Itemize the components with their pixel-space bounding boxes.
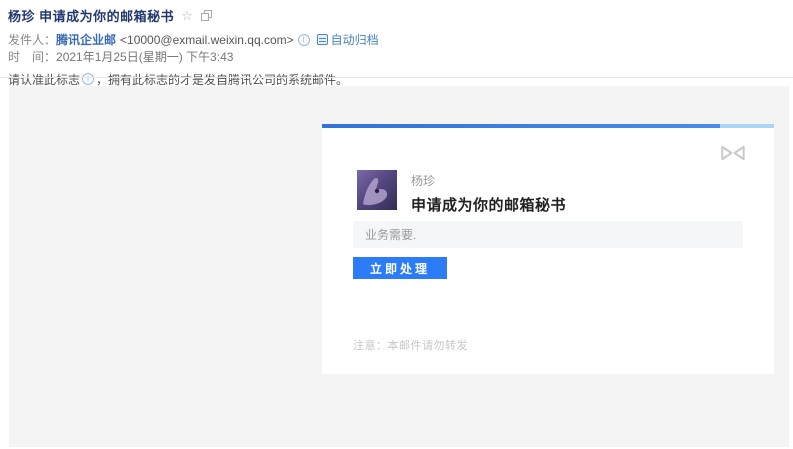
- mail-header: 杨珍 申请成为你的邮箱秘书 ☆ 发件人： 腾讯企业邮 <10000@exmail…: [8, 6, 793, 87]
- security-notice: 请认准此标志 i ，拥有此标志的才是发自腾讯公司的系统邮件。: [8, 71, 793, 87]
- requester-name: 杨珍: [411, 172, 566, 189]
- restore-square-front: [201, 13, 209, 21]
- subject-row: 杨珍 申请成为你的邮箱秘书 ☆: [8, 6, 793, 24]
- star-icon[interactable]: ☆: [181, 9, 193, 22]
- exmail-bowtie-logo-icon: [720, 144, 746, 162]
- open-in-new-window-icon[interactable]: [201, 10, 212, 21]
- verified-badge-icon[interactable]: i: [298, 34, 310, 46]
- sender-address: <10000@exmail.weixin.qq.com>: [120, 33, 294, 47]
- time-label: 时 间：: [8, 48, 56, 65]
- requester-profile: 杨珍 申请成为你的邮箱秘书: [357, 170, 566, 215]
- auto-archive-link[interactable]: 自动归档: [331, 31, 379, 48]
- time-value: 2021年1月25日(星期一) 下午3:43: [56, 48, 233, 65]
- time-row: 时 间： 2021年1月25日(星期一) 下午3:43: [8, 48, 793, 65]
- request-message: 业务需要.: [365, 226, 416, 243]
- sender-label: 发件人：: [8, 31, 56, 48]
- request-message-box: 业务需要.: [353, 221, 743, 248]
- message-card: 杨珍 申请成为你的邮箱秘书 业务需要. 立即处理 注意：本邮件请勿转发: [322, 124, 774, 374]
- verified-badge-icon: i: [82, 73, 94, 85]
- mail-subject: 杨珍 申请成为你的邮箱秘书: [8, 6, 174, 25]
- sender-name-link[interactable]: 腾讯企业邮: [56, 31, 116, 48]
- notice-prefix: 请认准此标志: [8, 71, 80, 88]
- sender-row: 发件人： 腾讯企业邮 <10000@exmail.weixin.qq.com> …: [8, 31, 793, 48]
- avatar: [357, 170, 397, 210]
- do-not-forward-note: 注意：本邮件请勿转发: [353, 337, 468, 353]
- notice-suffix: ，拥有此标志的才是发自腾讯公司的系统邮件。: [96, 71, 348, 88]
- mail-reading-pane: 杨珍 申请成为你的邮箱秘书 ☆ 发件人： 腾讯企业邮 <10000@exmail…: [0, 0, 793, 449]
- profile-text: 杨珍 申请成为你的邮箱秘书: [411, 170, 566, 215]
- card-top-accent-bar: [322, 124, 774, 128]
- archive-icon[interactable]: [317, 34, 328, 45]
- request-title: 申请成为你的邮箱秘书: [411, 194, 566, 215]
- header-separator: [0, 77, 793, 78]
- handle-now-button[interactable]: 立即处理: [353, 257, 447, 279]
